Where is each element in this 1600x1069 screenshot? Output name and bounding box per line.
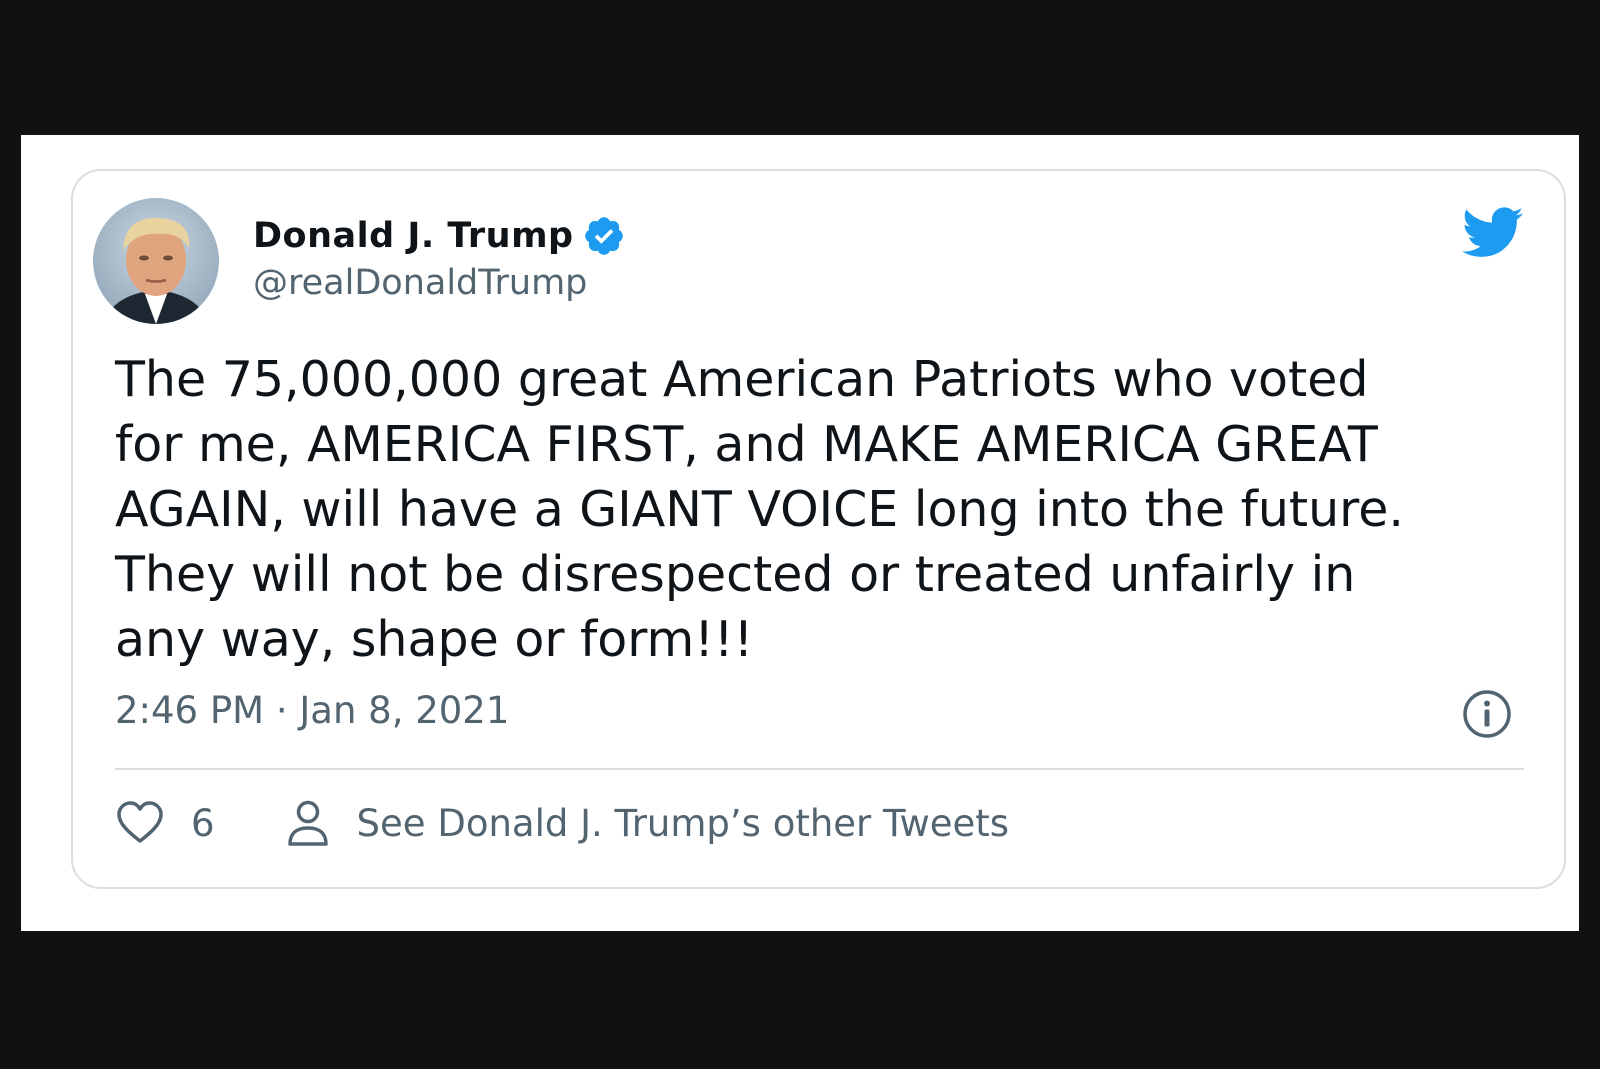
like-count[interactable]: 6 bbox=[191, 802, 215, 845]
person-icon bbox=[285, 798, 331, 848]
twitter-bird-icon[interactable] bbox=[1462, 207, 1524, 259]
info-icon[interactable] bbox=[1462, 689, 1512, 739]
verified-badge-icon bbox=[582, 214, 626, 258]
author-handle[interactable]: @realDonaldTrump bbox=[253, 263, 587, 303]
screenshot-panel: Donald J. Trump @realDonaldTrump The 75,… bbox=[21, 135, 1579, 931]
tweet-card[interactable]: Donald J. Trump @realDonaldTrump The 75,… bbox=[71, 169, 1566, 889]
tweet-text: The 75,000,000 great American Patriots w… bbox=[115, 351, 1404, 668]
author-name-row[interactable]: Donald J. Trump bbox=[253, 211, 626, 261]
tweet-actions: 6 See Donald J. Trump’s other Tweets bbox=[115, 796, 1009, 850]
author-avatar[interactable] bbox=[93, 198, 219, 324]
tweet-timestamp[interactable]: 2:46 PM · Jan 8, 2021 bbox=[115, 689, 509, 732]
heart-icon[interactable] bbox=[115, 798, 165, 848]
divider bbox=[115, 768, 1524, 770]
author-name[interactable]: Donald J. Trump bbox=[253, 216, 574, 256]
see-other-tweets-link[interactable]: See Donald J. Trump’s other Tweets bbox=[285, 798, 1010, 848]
see-other-tweets-label[interactable]: See Donald J. Trump’s other Tweets bbox=[357, 802, 1010, 845]
